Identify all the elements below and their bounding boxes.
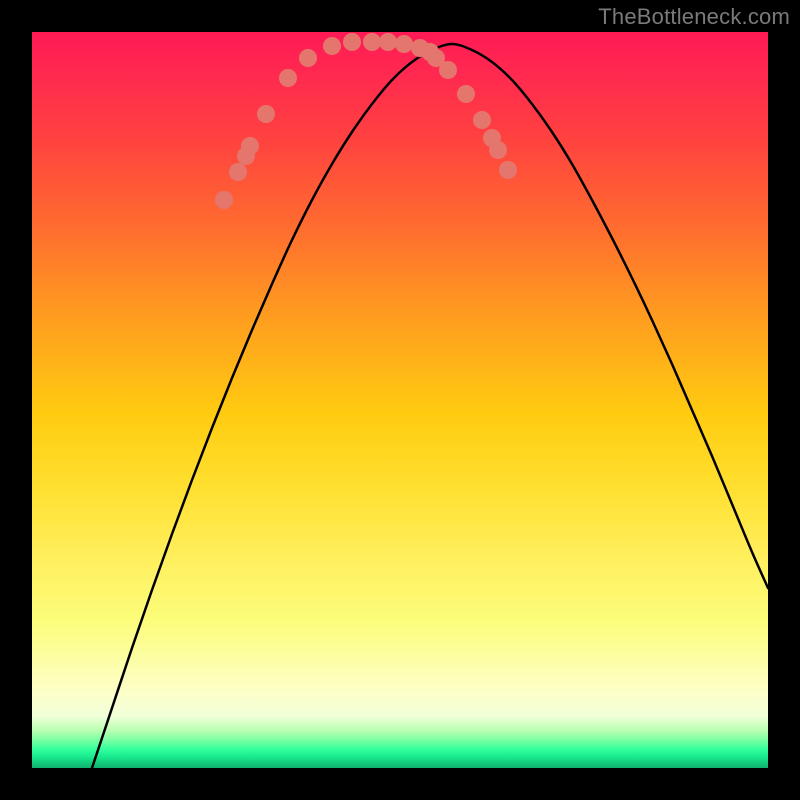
data-point xyxy=(499,161,517,179)
data-point xyxy=(489,141,507,159)
plot-area xyxy=(32,32,768,768)
data-point xyxy=(299,49,317,67)
data-point xyxy=(215,191,233,209)
watermark-label: TheBottleneck.com xyxy=(598,4,790,30)
data-point xyxy=(457,85,475,103)
bottleneck-chart xyxy=(32,32,768,768)
data-point xyxy=(241,137,259,155)
data-point xyxy=(439,61,457,79)
data-point xyxy=(395,35,413,53)
chart-frame: TheBottleneck.com xyxy=(0,0,800,800)
data-point xyxy=(279,69,297,87)
bottleneck-curve xyxy=(92,44,768,768)
data-point xyxy=(343,33,361,51)
data-point xyxy=(363,33,381,51)
data-point xyxy=(229,163,247,181)
data-point xyxy=(323,37,341,55)
data-point xyxy=(379,33,397,51)
data-point xyxy=(257,105,275,123)
data-point xyxy=(473,111,491,129)
